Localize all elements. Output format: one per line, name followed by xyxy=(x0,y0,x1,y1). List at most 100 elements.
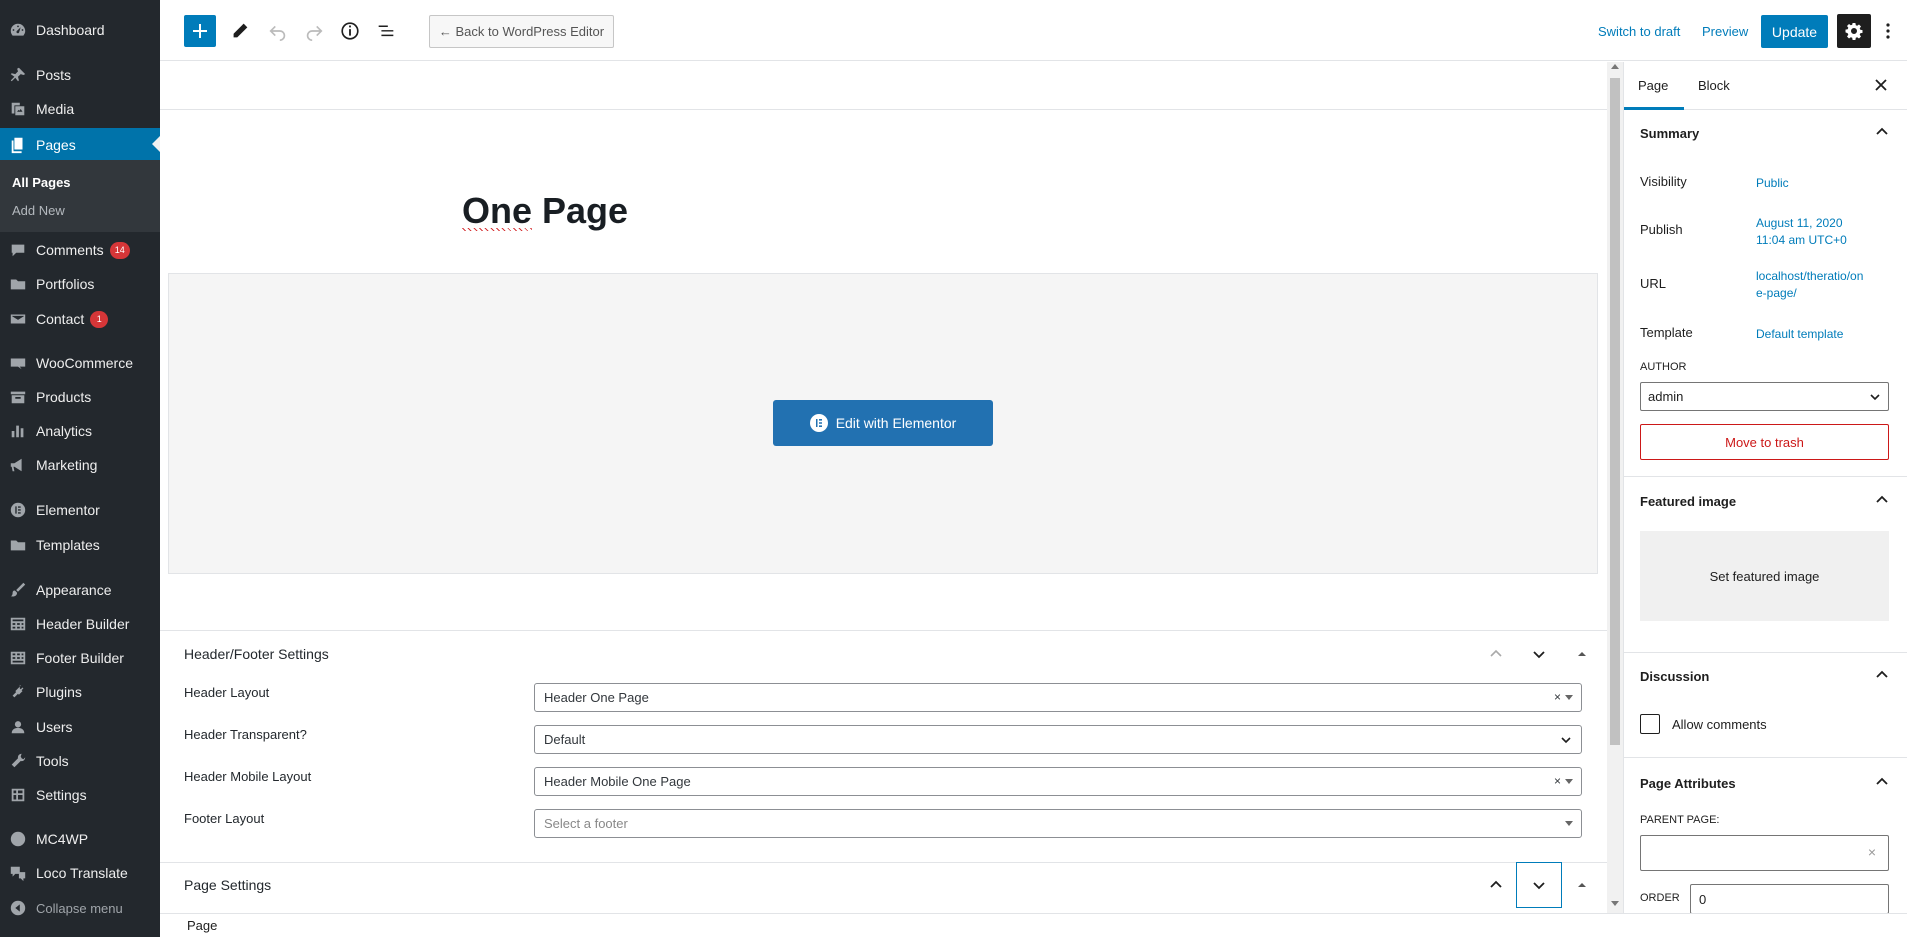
scroll-up-arrow[interactable] xyxy=(1611,64,1619,69)
page-settings-title: Page Settings xyxy=(184,877,272,893)
chevron-up-icon[interactable] xyxy=(1874,492,1890,508)
header-transparent-value: Default xyxy=(544,732,586,747)
parent-page-combobox[interactable]: × xyxy=(1640,835,1889,871)
editor-canvas: One Page Edit with Elementor Header/Foot… xyxy=(160,62,1607,913)
editor-scrollbar[interactable] xyxy=(1607,62,1623,913)
template-value[interactable]: Default template xyxy=(1756,326,1843,343)
scroll-down-arrow[interactable] xyxy=(1611,901,1619,906)
move-up-button[interactable] xyxy=(1482,871,1510,899)
mc4wp-icon xyxy=(0,823,36,855)
add-block-button[interactable] xyxy=(184,15,216,47)
menu-item-dashboard[interactable]: Dashboard xyxy=(0,14,160,46)
settings-toggle-button[interactable] xyxy=(1837,14,1871,48)
submenu-all-pages[interactable]: All Pages xyxy=(12,175,71,190)
menu-item-footer-builder[interactable]: Footer Builder xyxy=(0,642,160,674)
breadcrumb[interactable]: Page xyxy=(187,918,217,933)
featured-image-panel-title[interactable]: Featured image xyxy=(1640,494,1736,509)
tools-edit-button[interactable] xyxy=(228,19,252,43)
page-title[interactable]: One Page xyxy=(462,190,628,232)
menu-item-comments[interactable]: Comments 14 xyxy=(0,234,160,266)
chevron-up-icon[interactable] xyxy=(1874,124,1890,140)
menu-item-analytics[interactable]: Analytics xyxy=(0,415,160,447)
details-button[interactable] xyxy=(338,19,362,43)
menu-item-header-builder[interactable]: Header Builder xyxy=(0,608,160,640)
move-down-button[interactable] xyxy=(1525,640,1553,668)
menu-label: Users xyxy=(36,719,73,735)
admin-sidebar: Dashboard Posts Media Pages All Pages Ad… xyxy=(0,0,160,937)
menu-item-products[interactable]: Products xyxy=(0,381,160,413)
move-up-button[interactable] xyxy=(1482,640,1510,668)
collapse-menu-button[interactable]: Collapse menu xyxy=(0,892,160,924)
menu-item-appearance[interactable]: Appearance xyxy=(0,574,160,606)
url-line-1: localhost/theratio/on xyxy=(1756,269,1864,283)
order-input[interactable]: 0 xyxy=(1690,884,1889,913)
tab-page[interactable]: Page xyxy=(1638,78,1668,93)
clear-icon[interactable]: × xyxy=(1554,690,1561,704)
clear-icon[interactable]: × xyxy=(1868,844,1876,860)
paintbrush-icon xyxy=(0,574,36,606)
publish-date: August 11, 2020 xyxy=(1756,216,1843,230)
header-mobile-layout-select[interactable]: Header Mobile One Page × xyxy=(534,767,1582,796)
header-layout-select[interactable]: Header One Page × xyxy=(534,683,1582,712)
page-attributes-panel-title[interactable]: Page Attributes xyxy=(1640,776,1736,791)
menu-item-pages[interactable]: Pages xyxy=(0,128,160,162)
author-label: AUTHOR xyxy=(1640,361,1687,373)
menu-item-posts[interactable]: Posts xyxy=(0,59,160,91)
toggle-panel-button[interactable] xyxy=(1568,640,1596,668)
publish-value[interactable]: August 11, 2020 11:04 am UTC+0 xyxy=(1756,215,1847,249)
close-sidebar-button[interactable] xyxy=(1870,74,1892,96)
header-mobile-layout-value: Header Mobile One Page xyxy=(544,774,691,789)
menu-item-mc4wp[interactable]: MC4WP xyxy=(0,823,160,855)
menu-item-woocommerce[interactable]: WooCommerce xyxy=(0,347,160,379)
clear-icon[interactable]: × xyxy=(1554,774,1561,788)
allow-comments-checkbox[interactable] xyxy=(1640,714,1660,734)
preview-button[interactable]: Preview xyxy=(1702,24,1748,39)
menu-item-portfolios[interactable]: Portfolios xyxy=(0,268,160,300)
scrollbar-thumb[interactable] xyxy=(1610,78,1620,745)
footer-layout-select[interactable]: Select a footer xyxy=(534,809,1582,838)
visibility-value[interactable]: Public xyxy=(1756,175,1789,192)
divider xyxy=(1624,652,1907,653)
menu-item-tools[interactable]: Tools xyxy=(0,745,160,777)
menu-item-elementor[interactable]: Elementor xyxy=(0,494,160,526)
url-value[interactable]: localhost/theratio/on e-page/ xyxy=(1756,268,1863,302)
menu-label: Comments xyxy=(36,242,104,258)
pin-icon xyxy=(0,59,36,91)
menu-item-media[interactable]: Media xyxy=(0,93,160,125)
submenu-add-new[interactable]: Add New xyxy=(12,203,65,218)
tab-block[interactable]: Block xyxy=(1698,78,1730,93)
menu-item-marketing[interactable]: Marketing xyxy=(0,449,160,481)
more-options-button[interactable] xyxy=(1878,18,1898,44)
menu-label: MC4WP xyxy=(36,831,89,847)
chevron-up-icon[interactable] xyxy=(1874,667,1890,683)
summary-panel-title[interactable]: Summary xyxy=(1640,126,1699,141)
redo-button[interactable] xyxy=(302,19,326,43)
divider xyxy=(160,630,1607,631)
toggle-panel-button[interactable] xyxy=(1568,871,1596,899)
menu-label: Posts xyxy=(36,67,72,83)
author-select[interactable]: admin xyxy=(1640,382,1889,411)
move-to-trash-button[interactable]: Move to trash xyxy=(1640,424,1889,460)
menu-item-plugins[interactable]: Plugins xyxy=(0,676,160,708)
gear-icon xyxy=(1845,23,1863,40)
menu-item-loco-translate[interactable]: Loco Translate xyxy=(0,857,160,889)
undo-button[interactable] xyxy=(266,19,290,43)
update-button[interactable]: Update xyxy=(1761,15,1828,48)
set-featured-image-button[interactable]: Set featured image xyxy=(1640,531,1889,621)
outline-button[interactable] xyxy=(374,19,398,43)
menu-item-templates[interactable]: Templates xyxy=(0,529,160,561)
switch-to-draft-button[interactable]: Switch to draft xyxy=(1598,24,1680,39)
discussion-panel-title[interactable]: Discussion xyxy=(1640,669,1709,684)
back-to-wordpress-editor-button[interactable]: ← Back to WordPress Editor xyxy=(429,15,614,48)
allow-comments-label[interactable]: Allow comments xyxy=(1672,717,1767,732)
menu-label: Tools xyxy=(36,753,69,769)
menu-item-contact[interactable]: Contact 1 xyxy=(0,303,160,335)
menu-item-users[interactable]: Users xyxy=(0,711,160,743)
edit-with-elementor-button[interactable]: Edit with Elementor xyxy=(773,400,993,446)
divider xyxy=(160,109,1607,110)
move-down-button[interactable] xyxy=(1516,862,1562,908)
menu-item-settings[interactable]: Settings xyxy=(0,779,160,811)
collapse-arrow-icon xyxy=(0,892,36,924)
chevron-up-icon[interactable] xyxy=(1874,774,1890,790)
header-transparent-select[interactable]: Default xyxy=(534,725,1582,754)
